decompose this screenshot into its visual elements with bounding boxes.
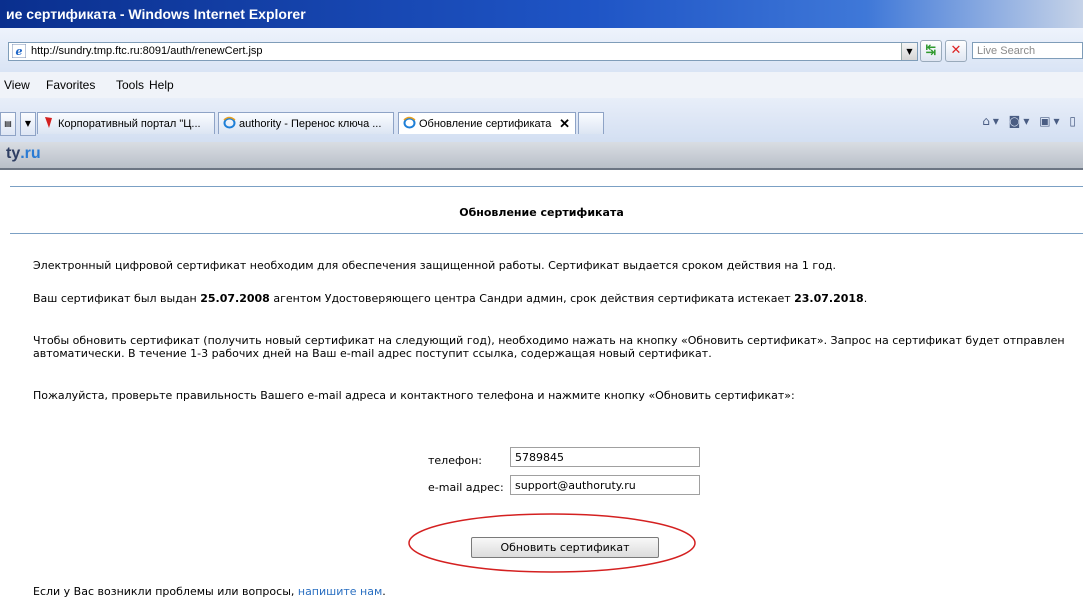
search-input[interactable]: Live Search <box>972 42 1083 59</box>
email-label: e-mail адрес: <box>428 481 504 494</box>
instructions-text: Чтобы обновить сертификат (получить новы… <box>33 334 1065 360</box>
page-title: Обновление сертификата <box>459 206 624 219</box>
dropdown-icon[interactable]: ▾ <box>1054 114 1063 128</box>
dropdown-icon[interactable]: ▾ <box>1023 114 1032 128</box>
menu-tools[interactable]: Tools <box>116 78 144 92</box>
issued-date: 25.07.2008 <box>200 292 270 305</box>
check-prompt-text: Пожалуйста, проверьте правильность Вашег… <box>33 389 795 402</box>
site-logo[interactable]: ty.ru <box>6 145 41 163</box>
stop-icon[interactable]: ✕ <box>945 40 967 62</box>
expiry-date: 23.07.2018 <box>794 292 864 305</box>
refresh-icon[interactable]: ↹ <box>920 40 942 62</box>
intro-text: Электронный цифровой сертификат необходи… <box>33 259 836 272</box>
quick-tabs-icon[interactable]: ▤ <box>0 112 16 136</box>
tab-label: authority - Перенос ключа ... <box>239 118 382 130</box>
new-tab-button[interactable] <box>578 112 604 134</box>
tab-list-dropdown-icon[interactable]: ▼ <box>20 112 36 136</box>
menu-view[interactable]: View <box>4 78 30 92</box>
email-field[interactable] <box>510 475 700 495</box>
dropdown-icon[interactable]: ▾ <box>993 114 1002 128</box>
window-titlebar: ие сертификата - Windows Internet Explor… <box>0 0 1083 28</box>
ie-icon <box>223 116 236 129</box>
tab-authority[interactable]: authority - Перенос ключа ... <box>218 112 394 134</box>
footer-text: Если у Вас возникли проблемы или вопросы… <box>33 585 386 598</box>
tab-bar: ▤ ▼ Корпоративный портал "Ц... authority… <box>0 98 1083 143</box>
address-dropdown-icon[interactable]: ▼ <box>901 43 917 60</box>
feeds-icon[interactable]: ◙ <box>1009 114 1024 128</box>
command-bar: ⌂▾ ◙▾ ▣▾ ▯ <box>982 114 1079 128</box>
home-icon[interactable]: ⌂ <box>982 114 993 128</box>
phone-label: телефон: <box>428 454 483 467</box>
divider <box>10 186 1083 187</box>
url-text[interactable]: http://sundry.tmp.ftc.ru:8091/auth/renew… <box>31 43 263 60</box>
ie-icon <box>403 116 416 129</box>
svg-text:e: e <box>16 45 23 58</box>
menu-bar: View Favorites Tools Help <box>0 72 1083 99</box>
divider <box>10 233 1083 234</box>
tab-renew-certificate[interactable]: Обновление сертификата ✕ <box>398 112 576 134</box>
contact-link[interactable]: напишите нам <box>298 585 382 598</box>
tab-label: Обновление сертификата <box>419 118 552 130</box>
tab-label: Корпоративный портал "Ц... <box>58 118 201 130</box>
print-icon[interactable]: ▣ <box>1039 114 1053 128</box>
ie-page-icon: e <box>12 44 26 58</box>
tab-corporate-portal[interactable]: Корпоративный портал "Ц... <box>37 112 215 134</box>
address-toolbar: e http://sundry.tmp.ftc.ru:8091/auth/ren… <box>0 28 1083 73</box>
issued-text: Ваш сертификат был выдан 25.07.2008 аген… <box>33 292 868 305</box>
phone-field[interactable] <box>510 447 700 467</box>
menu-favorites[interactable]: Favorites <box>46 78 95 92</box>
window-title: ие сертификата - Windows Internet Explor… <box>6 6 306 22</box>
close-tab-icon[interactable]: ✕ <box>559 113 570 134</box>
bookmark-icon <box>45 117 52 128</box>
renew-certificate-button[interactable]: Обновить сертификат <box>471 537 659 558</box>
page-icon[interactable]: ▯ <box>1069 114 1079 128</box>
site-header: ty.ru <box>0 142 1083 170</box>
menu-help[interactable]: Help <box>149 78 174 92</box>
address-bar[interactable]: e http://sundry.tmp.ftc.ru:8091/auth/ren… <box>8 42 918 61</box>
